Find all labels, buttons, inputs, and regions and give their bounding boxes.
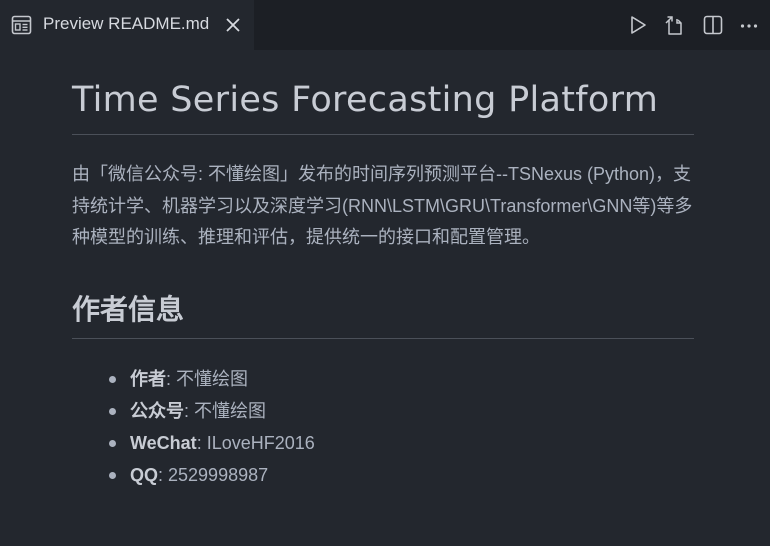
item-key: 公众号 [130,400,184,421]
play-icon[interactable] [627,14,649,36]
description-paragraph: 由「微信公众号: 不懂绘图」发布的时间序列预测平台--TSNexus (Pyth… [72,164,693,247]
list-item: QQ: 2529998987 [109,459,694,491]
item-value: : 不懂绘图 [184,400,267,421]
item-key: QQ [130,464,159,485]
tab-preview-readme[interactable]: Preview README.md [0,0,254,50]
item-value: : 2529998987 [158,464,269,485]
item-key: 作者 [130,368,166,389]
preview-icon [11,15,32,35]
item-value: : ILoveHF2016 [196,432,315,453]
markdown-preview: Time Series Forecasting Platform 由「微信公众号… [72,50,694,491]
close-icon[interactable] [223,15,243,35]
author-info-list: 作者: 不懂绘图 公众号: 不懂绘图 WeChat: ILoveHF2016 Q… [72,339,694,491]
item-key: WeChat [130,432,197,453]
tab-title: Preview README.md [43,14,210,33]
page-title: Time Series Forecasting Platform [72,50,694,135]
editor-tab-bar: Preview README.md [0,0,770,50]
ellipsis-icon[interactable] [738,14,760,36]
list-item: 公众号: 不懂绘图 [109,395,694,427]
section-heading: 作者信息 [72,254,694,339]
item-value: : 不懂绘图 [166,368,249,389]
list-item: WeChat: ILoveHF2016 [109,427,694,459]
split-editor-icon[interactable] [702,14,724,36]
list-item: 作者: 不懂绘图 [109,363,694,395]
open-file-icon[interactable] [663,14,685,36]
